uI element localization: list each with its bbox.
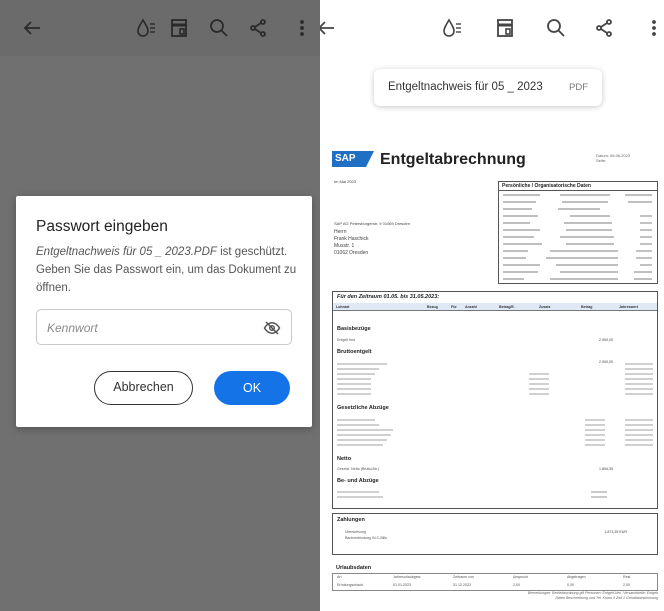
document-page: SAP Entgeltabrechnung Datum: 06.06.2023 … [328, 145, 664, 611]
be-abzuege-lines [337, 491, 607, 498]
file-title-pill[interactable]: Entgeltnachweis für 05 _ 2023 PDF [374, 69, 602, 106]
recipient-address: Herrn Frank Haschick Musstr. 1 01062 Dre… [334, 229, 368, 257]
section-heading: Be- und Abzüge [337, 478, 379, 484]
netto-amount: 1.894,35 [599, 467, 613, 471]
basis-line: Entgelt fest [337, 338, 355, 342]
col-header: Betrag/E. [499, 305, 515, 309]
back-arrow-icon[interactable] [320, 16, 338, 40]
col-header: Bezug [427, 305, 438, 309]
left-panel: Passwort eingeben Entgeltnachweis für 05… [0, 0, 320, 611]
read-mode-icon[interactable] [134, 16, 158, 40]
payment-line: Überweisung [345, 530, 366, 534]
personal-data-lines [503, 194, 652, 280]
more-menu-icon[interactable] [290, 16, 314, 40]
recipient-line: Frank Haschick [334, 236, 369, 242]
personal-data-box: Persönliche / Organisatorische Daten [498, 181, 658, 284]
file-type: PDF [569, 82, 588, 93]
basis-amount: 2.900,00 [599, 338, 613, 342]
recipient-line: Musstr. 1 [334, 243, 355, 249]
ok-button[interactable]: OK [214, 371, 290, 405]
payment-amount: 1.873,35 EUR [604, 530, 627, 534]
brutto-lines [337, 363, 653, 395]
payment-line: Bankverbindung IN.C-Bills [345, 536, 387, 540]
document-scan-icon[interactable] [167, 16, 191, 40]
share-icon[interactable] [592, 16, 616, 40]
vacation-cell: 0,00 [567, 583, 574, 587]
search-icon[interactable] [207, 16, 231, 40]
vacation-cell: 31.12.2023 [453, 583, 471, 587]
sender-small: Im Mai 2023 [334, 179, 357, 184]
password-input[interactable] [47, 318, 247, 338]
section-heading: Urlaubsdaten [336, 565, 372, 571]
vacation-cell: 2,00 [513, 583, 520, 587]
right-panel: Entgeltnachweis für 05 _ 2023 PDF SAP En… [320, 0, 664, 611]
document-title: Entgeltabrechnung [380, 151, 526, 168]
col-header: Betrag [581, 305, 593, 309]
dialog-title: Passwort eingeben [36, 218, 168, 235]
vacation-cell: 01.01.2023 [393, 583, 411, 587]
payments-box: Zahlungen Überweisung Bankverbindung IN.… [332, 513, 658, 555]
vacation-header: Abgetragen [567, 575, 586, 579]
vacation-table: Art Jahresurlaubgew. Zeitraum von Anspru… [332, 573, 658, 591]
screen: Passwort eingeben Entgeltnachweis für 05… [0, 0, 664, 611]
file-title: Entgeltnachweis für 05 _ 2023 [388, 81, 543, 93]
document-footer: Bemerkungen: Betriebsordnung gilt Person… [527, 591, 658, 600]
search-icon[interactable] [544, 16, 568, 40]
section-heading: Basisbezüge [337, 326, 371, 332]
personal-data-header: Persönliche / Organisatorische Daten [499, 182, 657, 191]
password-field[interactable] [36, 309, 292, 345]
company-line: SAP AG Petersburgerstr. 9 01069 Dresden [334, 221, 410, 226]
col-header: Anzahl [465, 305, 477, 309]
recipient-line: Herrn [334, 229, 347, 235]
payroll-period-box: Für den Zeitraum 01.05. bis 31.05.2023: … [332, 291, 658, 509]
vacation-header: Jahresurlaubgew. [393, 575, 422, 579]
sap-logo: SAP [332, 151, 374, 167]
col-header: Für [451, 305, 457, 309]
share-icon[interactable] [246, 16, 270, 40]
page-label: Seite: [596, 158, 607, 163]
section-heading: Bruttoentgelt [337, 349, 372, 355]
col-header: Jahreswert [619, 305, 638, 309]
top-toolbar-dimmed [0, 0, 320, 56]
section-heading: Gesetzliche Abzüge [337, 405, 389, 411]
abzuege-lines [337, 419, 653, 446]
section-heading: Netto [337, 456, 352, 462]
document-scan-icon[interactable] [493, 16, 517, 40]
col-header: Lohnart [336, 305, 350, 309]
netto-line: Gesetzl. Netto (Brutto/Ab.) [337, 467, 380, 471]
column-header-row: Lohnart Bezug Für Anzahl Betrag/E. Zusat… [333, 303, 657, 311]
vacation-header: Art [337, 575, 342, 579]
section-heading: Zahlungen [337, 517, 365, 523]
document-date: Datum: 06.06.2023 Seite: [596, 153, 630, 163]
back-arrow-icon[interactable] [20, 16, 44, 40]
period-label: Für den Zeitraum 01.05. bis 31.05.2023: [337, 294, 440, 300]
dialog-message: Entgeltnachweis für 05 _ 2023.PDF ist ge… [36, 243, 298, 297]
password-dialog: Passwort eingeben Entgeltnachweis für 05… [16, 196, 312, 427]
vacation-cell: 2,00 [623, 583, 630, 587]
vacation-header: Rest [623, 575, 631, 579]
dialog-filename: Entgeltnachweis für 05 _ 2023.PDF [36, 246, 217, 258]
read-mode-icon[interactable] [440, 16, 464, 40]
cancel-button[interactable]: Abbrechen [94, 371, 193, 405]
vacation-header: Anspruch [513, 575, 529, 579]
recipient-line: 01062 Dresden [334, 250, 369, 256]
vacation-cell: Erholungsurlaub [337, 583, 364, 587]
vacation-header: Zeitraum von [453, 575, 474, 579]
hide-password-eye-icon[interactable] [263, 319, 281, 337]
col-header: Zusatz [539, 305, 551, 309]
more-menu-icon[interactable] [642, 16, 664, 40]
